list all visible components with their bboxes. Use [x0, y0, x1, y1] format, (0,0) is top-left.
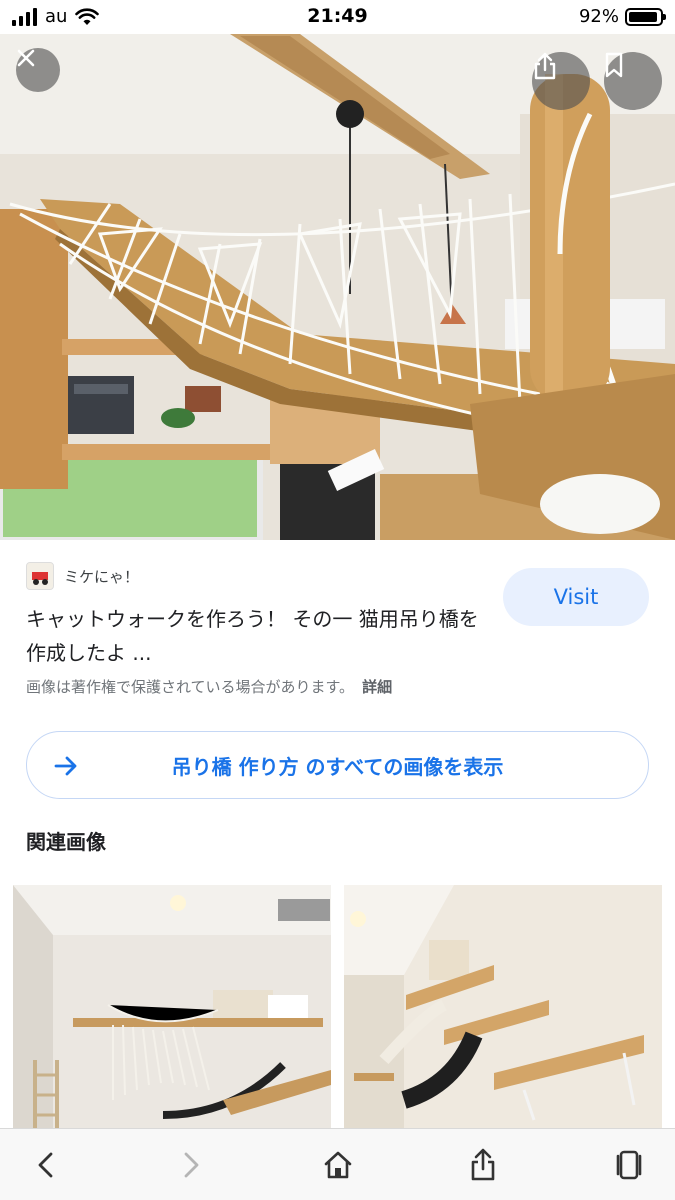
- tabs-button[interactable]: [609, 1147, 649, 1183]
- chevron-right-icon: [184, 1152, 199, 1178]
- result-title[interactable]: キャットウォークを作ろう！ その一 猫用吊り橋を作成したよ ...: [26, 602, 486, 670]
- chevron-left-icon: [38, 1152, 53, 1178]
- close-button[interactable]: [16, 48, 60, 92]
- copyright-notice: 画像は著作権で保護されている場合があります。 詳細: [26, 676, 392, 697]
- clock: 21:49: [307, 5, 368, 27]
- hero-image[interactable]: [0, 34, 675, 540]
- copyright-text: 画像は著作権で保護されている場合があります。: [26, 678, 355, 696]
- site-logo-icon: [27, 563, 53, 589]
- related-images-heading: 関連画像: [26, 830, 106, 854]
- home-button[interactable]: [318, 1147, 358, 1183]
- related-image-1[interactable]: [13, 885, 331, 1130]
- details-link[interactable]: 詳細: [362, 678, 392, 696]
- view-all-images-label: 吊り橋 作り方 のすべての画像を表示: [171, 754, 504, 779]
- battery-percent: 92%: [578, 6, 619, 27]
- status-right: 92%: [578, 6, 666, 27]
- source-row[interactable]: ミケにゃ！: [26, 562, 139, 590]
- status-bar: au 21:49 92%: [0, 0, 675, 34]
- share-icon: [471, 1148, 495, 1181]
- bookmark-icon: [605, 52, 623, 78]
- home-icon: [324, 1151, 352, 1179]
- related-photo-2: [344, 885, 662, 1130]
- share-icon: [534, 52, 556, 80]
- arrow-right-icon: [54, 756, 77, 776]
- forward-button[interactable]: [172, 1147, 212, 1183]
- battery-icon: [625, 7, 666, 26]
- related-photo-1: [13, 885, 331, 1130]
- site-favicon: [26, 562, 54, 590]
- related-image-2[interactable]: [344, 885, 662, 1130]
- tabs-icon: [616, 1150, 642, 1180]
- save-button[interactable]: [604, 52, 662, 110]
- cat-bridge-photo: [0, 34, 675, 540]
- share-button[interactable]: [532, 52, 590, 110]
- back-button[interactable]: [25, 1147, 65, 1183]
- close-icon: [17, 49, 35, 67]
- view-all-images-button[interactable]: 吊り橋 作り方 のすべての画像を表示: [26, 731, 649, 799]
- bottom-toolbar: [0, 1128, 675, 1200]
- share-toolbar-button[interactable]: [463, 1147, 503, 1183]
- source-name[interactable]: ミケにゃ！: [64, 566, 139, 587]
- visit-button[interactable]: Visit: [503, 568, 649, 626]
